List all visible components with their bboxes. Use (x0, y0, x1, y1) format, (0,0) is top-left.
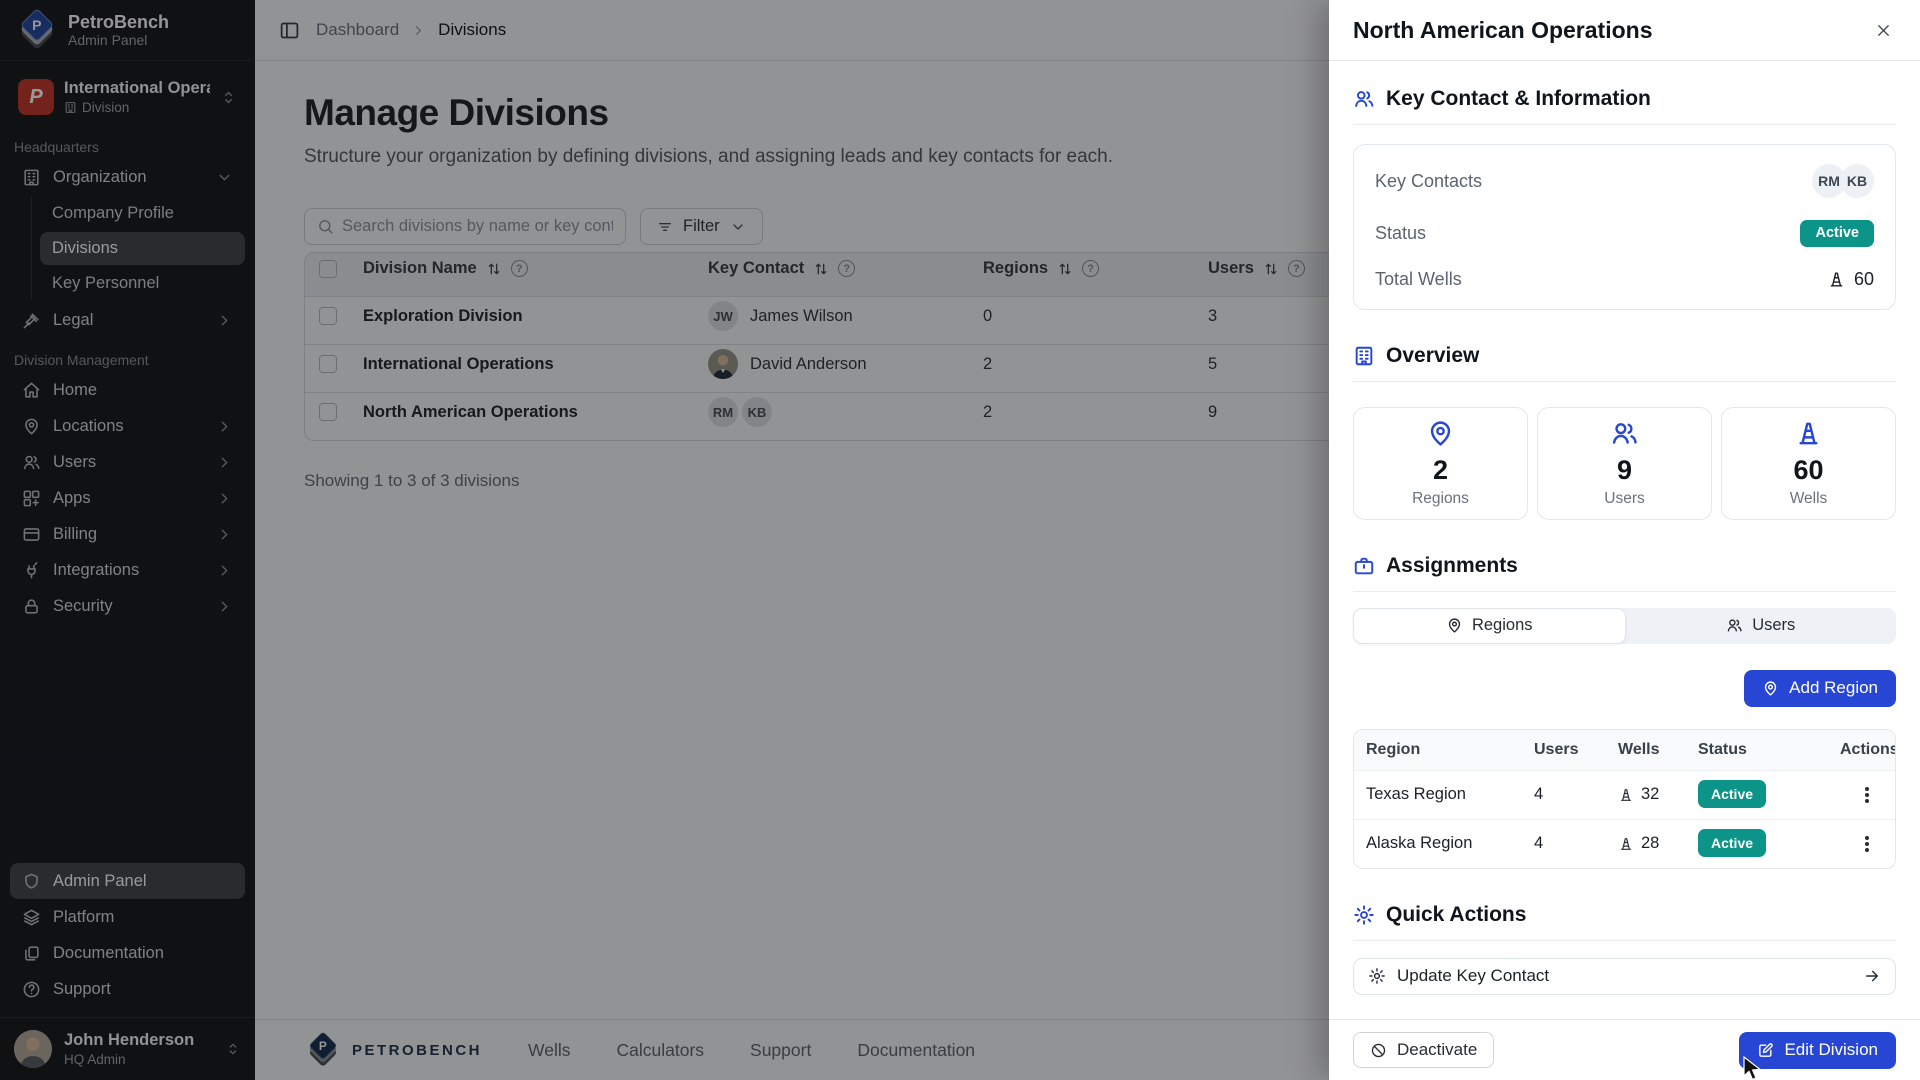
region-users: 4 (1534, 785, 1618, 804)
overview-stats: 2 Regions 9 Users 60 Wells (1353, 407, 1896, 520)
drawer-title: North American Operations (1353, 17, 1870, 44)
section-quick-actions-heading: Quick Actions (1353, 903, 1896, 927)
section-key-contact-heading: Key Contact & Information (1353, 87, 1896, 111)
stat-card-wells: 60 Wells (1721, 407, 1896, 520)
stat-value: 9 (1617, 455, 1632, 486)
total-wells-label: Total Wells (1375, 269, 1462, 290)
tab-regions[interactable]: Regions (1353, 608, 1626, 644)
drawer-footer: Deactivate Edit Division (1329, 1019, 1920, 1080)
row-actions-button[interactable] (1852, 829, 1882, 859)
avatar: KB (1840, 164, 1874, 198)
drawer-header: North American Operations (1329, 0, 1920, 61)
total-wells-value: 60 (1854, 269, 1874, 290)
add-region-button[interactable]: Add Region (1744, 670, 1896, 707)
status-badge: Active (1698, 780, 1766, 808)
region-users: 4 (1534, 834, 1618, 853)
stat-value: 60 (1793, 455, 1823, 486)
column-status: Status (1698, 741, 1840, 759)
mouse-cursor (1742, 1056, 1764, 1080)
update-key-contact-button[interactable]: Update Key Contact (1353, 958, 1896, 995)
total-wells-row: Total Wells 60 (1354, 258, 1895, 301)
gear-icon (1353, 904, 1375, 926)
column-wells: Wells (1618, 741, 1698, 759)
section-assignments-heading: Assignments (1353, 554, 1896, 578)
derrick-icon (1618, 787, 1634, 803)
derrick-icon (1618, 836, 1634, 852)
status-label: Status (1375, 223, 1426, 244)
column-actions: Actions (1840, 741, 1896, 759)
map-pin-icon (1762, 680, 1779, 697)
map-pin-icon (1426, 419, 1455, 448)
status-badge: Active (1800, 220, 1874, 247)
kebab-icon (1865, 842, 1869, 846)
tab-users[interactable]: Users (1626, 608, 1897, 644)
region-row: Texas Region 4 32 Active (1354, 770, 1895, 819)
stat-label: Wells (1790, 490, 1828, 508)
stat-label: Users (1604, 490, 1644, 508)
deactivate-button[interactable]: Deactivate (1353, 1032, 1494, 1068)
status-badge: Active (1698, 829, 1766, 857)
key-contacts-row: Key Contacts RM KB (1354, 153, 1895, 209)
column-region: Region (1366, 741, 1534, 759)
regions-table: Region Users Wells Status Actions Texas … (1353, 729, 1896, 869)
stat-label: Regions (1412, 490, 1469, 508)
region-name: Texas Region (1366, 785, 1534, 804)
map-pin-icon (1446, 617, 1463, 634)
arrow-right-icon (1863, 967, 1881, 985)
section-overview-heading: Overview (1353, 344, 1896, 368)
users-icon (1610, 419, 1639, 448)
assignments-tabs: Regions Users (1353, 608, 1896, 644)
stat-card-regions: 2 Regions (1353, 407, 1528, 520)
status-row: Status Active (1354, 209, 1895, 258)
region-row: Alaska Region 4 28 Active (1354, 819, 1895, 868)
division-detail-drawer: North American Operations Key Contact & … (1329, 0, 1920, 1080)
close-icon (1874, 21, 1893, 40)
row-actions-button[interactable] (1852, 780, 1882, 810)
key-contacts-label: Key Contacts (1375, 171, 1482, 192)
building-icon (1353, 345, 1375, 367)
gear-icon (1368, 967, 1386, 985)
screen: P PetroBench Admin Panel P International… (0, 0, 1920, 1080)
key-contact-card: Key Contacts RM KB Status Active Total W… (1353, 144, 1896, 310)
deactivate-icon (1370, 1042, 1387, 1059)
region-name: Alaska Region (1366, 834, 1534, 853)
drawer-body: Key Contact & Information Key Contacts R… (1329, 61, 1920, 1019)
drawer-backdrop[interactable] (0, 0, 1329, 1080)
region-wells: 32 (1641, 785, 1659, 804)
users-icon (1726, 617, 1743, 634)
column-users: Users (1534, 741, 1618, 759)
kebab-icon (1865, 793, 1869, 797)
close-button[interactable] (1870, 17, 1896, 43)
briefcase-icon (1353, 555, 1375, 577)
regions-table-header: Region Users Wells Status Actions (1354, 730, 1895, 770)
region-wells: 28 (1641, 834, 1659, 853)
derrick-icon (1794, 419, 1823, 448)
stat-value: 2 (1433, 455, 1448, 486)
stat-card-users: 9 Users (1537, 407, 1712, 520)
users-icon (1353, 88, 1375, 110)
derrick-icon (1827, 270, 1846, 289)
